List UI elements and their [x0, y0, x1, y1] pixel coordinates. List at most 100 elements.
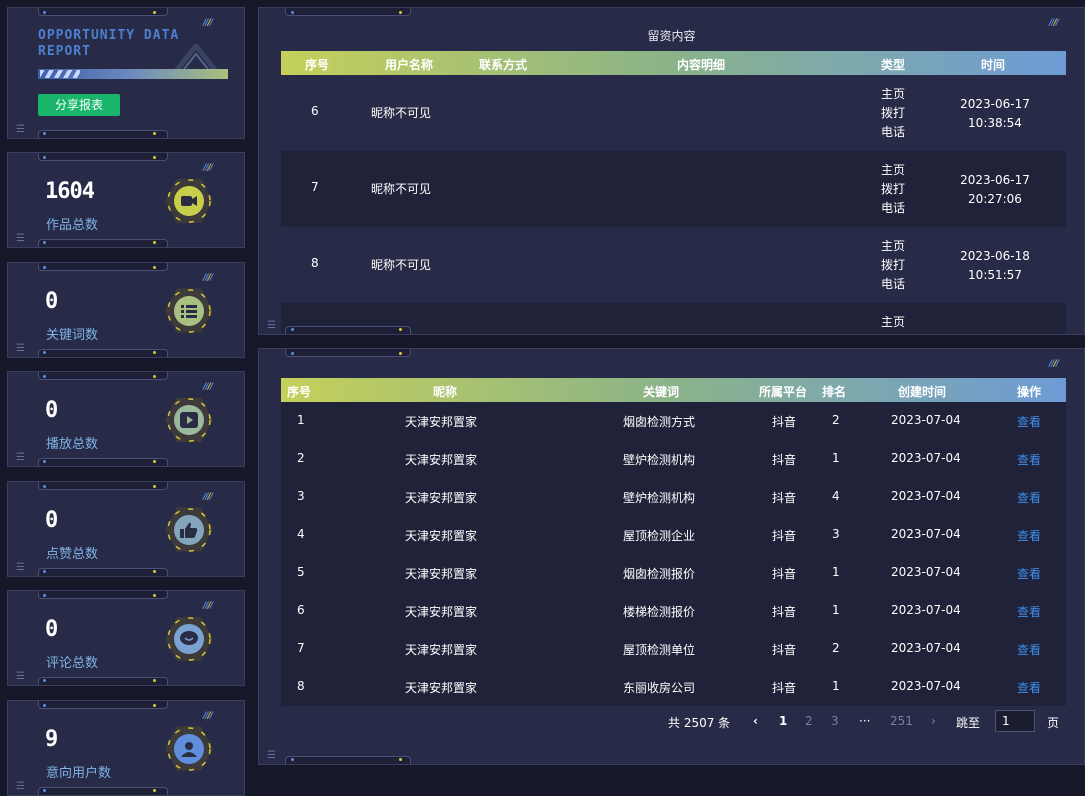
rank-nickname: 天津安邦置家 [405, 567, 478, 581]
lead-type-line: 电话 [881, 125, 906, 139]
rank-keyword: 壁炉检测机构 [623, 491, 696, 505]
panel-bottom-notch [38, 239, 168, 247]
col-header-type: 类型 [881, 58, 906, 72]
more-pages-button[interactable]: ··· [859, 714, 870, 728]
deco-dot [43, 375, 46, 378]
rank-nickname: 天津安邦置家 [405, 491, 478, 505]
view-link[interactable]: 查看 [1017, 641, 1041, 658]
table-row: 6 天津安邦置家 楼梯检测报价 抖音 1 2023-07-04 查看 [281, 592, 1066, 630]
panel-top-notch [38, 700, 168, 709]
page-2-button[interactable]: 2 [805, 714, 813, 728]
view-link[interactable]: 查看 [1017, 527, 1041, 544]
lead-type: 主页 [881, 313, 905, 332]
menu-icon: ☰ [267, 320, 276, 331]
rank-keyword: 屋顶检测企业 [623, 529, 696, 543]
lead-date: 2023-06-17 [960, 173, 1030, 187]
rank-platform: 抖音 [772, 567, 797, 581]
view-link[interactable]: 查看 [1017, 679, 1041, 696]
panel-bottom-notch [285, 756, 411, 764]
panel-bottom-notch [38, 458, 168, 466]
panel-top-notch [38, 372, 168, 380]
deco-dot [43, 241, 46, 244]
share-report-button[interactable]: 分享报表 [38, 94, 120, 116]
pagination: 共 2507 条 ‹ 1 2 3 ··· 251 › 跳至 页 [259, 710, 1084, 734]
menu-icon: ☰ [16, 124, 25, 135]
prev-page-button[interactable]: ‹ [753, 714, 758, 728]
stat-card: //// 1604 作品总数 ☰ [7, 152, 245, 248]
table-row: 8 昵称不可见 主页 拨打 电话 2023-06-18 10:51:57 [281, 227, 1066, 303]
deco-dot [291, 328, 294, 331]
deco-dot [153, 265, 156, 269]
logo-stripe-bar [38, 69, 228, 79]
next-page-button[interactable]: › [931, 714, 936, 728]
deco-dot [153, 703, 156, 707]
deco-slashes: //// [203, 710, 213, 721]
page-1-button[interactable]: 1 [779, 714, 787, 728]
table-row: 3 天津安邦置家 壁炉检测机构 抖音 4 2023-07-04 查看 [281, 478, 1066, 516]
jump-page-input[interactable] [995, 710, 1035, 732]
stat-label: 评论总数 [46, 656, 99, 671]
deco-dot [43, 484, 46, 488]
stat-value: 9 [45, 726, 58, 752]
deco-dot [43, 11, 46, 14]
deco-dot [399, 328, 402, 331]
view-link[interactable]: 查看 [1017, 603, 1041, 620]
rank-created: 2023-07-04 [891, 679, 961, 693]
view-link[interactable]: 查看 [1017, 451, 1041, 468]
table-row: 7 天津安邦置家 屋顶检测单位 抖音 2 2023-07-04 查看 [281, 630, 1066, 668]
stat-icon-badge [165, 396, 213, 444]
deco-dot [43, 265, 46, 269]
panel-bottom-notch [38, 130, 168, 138]
col-header-time: 时间 [981, 58, 1006, 72]
panel-bottom-notch [285, 326, 411, 334]
rank-nickname: 天津安邦置家 [405, 529, 478, 543]
deco-dot [43, 156, 46, 159]
view-link[interactable]: 查看 [1017, 565, 1041, 582]
menu-icon: ☰ [16, 452, 25, 463]
menu-icon: ☰ [16, 561, 25, 573]
view-link[interactable]: 查看 [1017, 413, 1041, 430]
rank-position: 4 [832, 489, 840, 503]
pagination-total: 共 2507 条 [668, 716, 731, 730]
table-row: 2 天津安邦置家 壁炉检测机构 抖音 1 2023-07-04 查看 [281, 440, 1066, 478]
rank-no: 2 [297, 451, 305, 465]
lead-time: 2023-06-18 10:51:57 [959, 247, 1031, 285]
deco-dot [43, 460, 46, 463]
lead-date: 2023-06-17 [960, 97, 1030, 111]
leads-table-header: 序号 用户名称 联系方式 内容明细 类型 时间 [281, 51, 1066, 75]
play-icon [174, 405, 204, 435]
rank-nickname: 天津安邦置家 [405, 681, 478, 695]
stat-card: //// 0 点赞总数 ☰ [7, 480, 245, 577]
panel-top-notch [285, 349, 411, 357]
rank-position: 3 [832, 527, 840, 541]
page-3-button[interactable]: 3 [831, 714, 839, 728]
lead-username: 昵称不可见 [371, 182, 432, 196]
stat-value: 0 [45, 398, 58, 423]
lead-clock: 10:38:54 [968, 116, 1022, 130]
deco-dot [291, 352, 294, 355]
rank-no: 7 [297, 641, 305, 655]
deco-dot [153, 460, 156, 463]
rank-nickname: 天津安邦置家 [405, 643, 478, 657]
view-link[interactable]: 查看 [1017, 489, 1041, 506]
rank-created: 2023-07-04 [891, 413, 961, 427]
lead-username: 昵称不可见 [371, 106, 432, 120]
rank-nickname: 天津安邦置家 [405, 415, 478, 429]
panel-bottom-notch [38, 567, 168, 576]
deco-dot [153, 788, 156, 792]
lead-type-line: 主页 [881, 239, 906, 253]
deco-dot [43, 594, 46, 597]
rank-keyword: 烟囱检测报价 [623, 567, 696, 581]
col-header-keyword: 关键词 [643, 385, 680, 399]
rank-no: 5 [297, 565, 305, 579]
panel-top-notch [38, 481, 168, 490]
deco-slashes: //// [203, 272, 213, 283]
rank-position: 1 [832, 679, 840, 693]
deco-dot [43, 132, 46, 135]
deco-dot [291, 11, 294, 14]
stat-value: 0 [45, 617, 58, 642]
page-251-button[interactable]: 251 [890, 714, 913, 728]
rank-keyword: 屋顶检测单位 [623, 643, 696, 657]
lead-type-line: 拨打 [881, 182, 906, 196]
table-row: 1 天津安邦置家 烟囱检测方式 抖音 2 2023-07-04 查看 [281, 402, 1066, 440]
